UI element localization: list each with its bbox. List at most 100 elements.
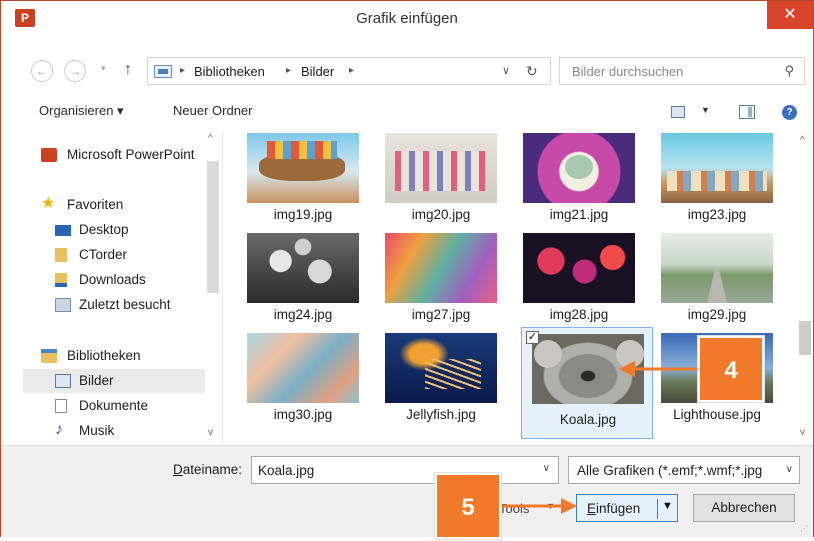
tools-menu[interactable]: Tools: [499, 501, 529, 516]
navigation-scrollbar[interactable]: ^ v: [205, 131, 221, 443]
file-name: img28.jpg: [549, 307, 609, 322]
sidebar-item-documents[interactable]: Dokumente: [23, 394, 205, 418]
address-row: ← → ▾ ↑ ▸ Bibliotheken ▸ Bilder ▸ ∨ ↻ Bi…: [1, 51, 813, 91]
powerpoint-icon: [41, 148, 57, 162]
sidebar-item-libraries[interactable]: Bibliotheken: [23, 344, 205, 368]
scroll-down-icon[interactable]: v: [208, 427, 213, 438]
desktop-icon: [55, 225, 71, 236]
step-badge-5: 5: [435, 473, 501, 539]
file-name: img20.jpg: [411, 207, 471, 222]
resize-grip-icon[interactable]: ⋰: [800, 524, 810, 534]
step-badge-4: 4: [698, 336, 764, 402]
libraries-icon: [41, 349, 57, 363]
file-item[interactable]: img27.jpg: [375, 231, 507, 329]
file-item[interactable]: Jellyfish.jpg: [375, 331, 507, 429]
filename-field[interactable]: Koala.jpg ∨: [251, 456, 559, 484]
sidebar-item-pictures[interactable]: Bilder: [23, 369, 205, 393]
documents-icon: [55, 399, 67, 413]
chevron-down-icon[interactable]: ∨: [543, 463, 550, 474]
pictures-folder-icon: [154, 65, 172, 78]
help-icon[interactable]: ?: [782, 105, 797, 120]
file-item-selected[interactable]: ✓ Koala.jpg: [521, 327, 653, 439]
address-bar[interactable]: ▸ Bibliotheken ▸ Bilder ▸ ∨ ↻: [147, 57, 551, 85]
insert-options-dropdown-icon[interactable]: ▼: [662, 500, 673, 512]
preview-pane-icon[interactable]: [739, 105, 755, 119]
selection-checkbox[interactable]: ✓: [526, 331, 539, 344]
file-item[interactable]: img29.jpg: [651, 231, 783, 329]
breadcrumb-separator-icon[interactable]: ▸: [286, 65, 291, 76]
sidebar-item-recent[interactable]: Zuletzt besucht: [23, 293, 205, 317]
file-name: img27.jpg: [411, 307, 471, 322]
up-button[interactable]: ↑: [124, 61, 132, 79]
filter-value: Alle Grafiken (*.emf;*.wmf;*.jpg: [577, 463, 763, 478]
view-dropdown-icon[interactable]: ▼: [701, 105, 710, 115]
forward-button[interactable]: →: [64, 60, 86, 82]
music-note-icon: ♪: [55, 421, 63, 438]
file-name: img21.jpg: [549, 207, 609, 222]
filename-label: Dateiname:: [173, 462, 243, 477]
close-button[interactable]: ✕: [767, 1, 813, 29]
sidebar-item-downloads[interactable]: Downloads: [23, 268, 205, 292]
sidebar-item-powerpoint[interactable]: Microsoft PowerPoint: [23, 143, 205, 167]
breadcrumb-separator-icon[interactable]: ▸: [180, 65, 185, 76]
address-dropdown-icon[interactable]: ∨: [502, 64, 510, 77]
thumbnail-image: [523, 233, 635, 303]
cancel-button[interactable]: Abbrechen: [693, 494, 795, 522]
scroll-down-icon[interactable]: v: [800, 427, 805, 438]
thumbnail-image: [385, 333, 497, 403]
file-item[interactable]: img20.jpg: [375, 131, 507, 229]
breadcrumb-separator-icon[interactable]: ▸: [349, 65, 354, 76]
file-item[interactable]: img24.jpg: [237, 231, 369, 329]
back-button[interactable]: ←: [31, 60, 53, 82]
file-item[interactable]: img23.jpg: [651, 131, 783, 229]
file-name: img24.jpg: [273, 307, 333, 322]
insert-picture-dialog: P Grafik einfügen ✕ ← → ▾ ↑ ▸ Bibliothek…: [0, 0, 814, 539]
file-item[interactable]: img19.jpg: [237, 131, 369, 229]
file-grid-scrollbar[interactable]: ^ v: [797, 131, 813, 443]
file-item[interactable]: img21.jpg: [513, 131, 645, 229]
downloads-icon: [55, 273, 67, 287]
insert-label: Einfügen: [587, 501, 641, 516]
footer-bar: Dateiname: Koala.jpg ∨ Alle Grafiken (*.…: [1, 445, 813, 537]
thumbnail-image: [247, 333, 359, 403]
file-name: Lighthouse.jpg: [673, 407, 761, 422]
title-bar: P Grafik einfügen ✕: [1, 1, 813, 35]
tools-dropdown-icon[interactable]: ▼: [546, 501, 555, 511]
thumbnail-image: [532, 334, 644, 404]
thumbnail-image: [661, 133, 773, 203]
thumbnail-image: [661, 233, 773, 303]
sidebar-item-ctorder[interactable]: CTorder: [23, 243, 205, 267]
view-options-icon[interactable]: [671, 106, 685, 118]
file-name: img30.jpg: [273, 407, 333, 422]
breadcrumb-libraries[interactable]: Bibliotheken: [194, 64, 265, 79]
file-item[interactable]: img30.jpg: [237, 331, 369, 429]
scrollbar-thumb[interactable]: [799, 321, 811, 355]
file-name: img19.jpg: [273, 207, 333, 222]
file-type-filter[interactable]: Alle Grafiken (*.emf;*.wmf;*.jpg ∨: [568, 456, 800, 484]
file-name: Koala.jpg: [559, 412, 617, 427]
sidebar-item-desktop[interactable]: Desktop: [23, 218, 205, 242]
recent-locations-dropdown[interactable]: ▾: [101, 63, 106, 74]
scrollbar-thumb[interactable]: [207, 161, 219, 293]
chevron-down-icon[interactable]: ∨: [782, 464, 793, 475]
insert-button[interactable]: Einfügen ▼: [576, 494, 678, 522]
dialog-title: Grafik einfügen: [356, 10, 458, 27]
scroll-up-icon[interactable]: ^: [800, 135, 805, 146]
breadcrumb-pictures[interactable]: Bilder: [301, 64, 334, 79]
search-input[interactable]: Bilder durchsuchen ⚲: [559, 57, 805, 85]
refresh-icon[interactable]: ↻: [526, 63, 538, 80]
navigation-pane: Microsoft PowerPoint ★ Favoriten Desktop…: [23, 131, 223, 443]
pictures-icon: [55, 374, 71, 388]
filename-value: Koala.jpg: [258, 463, 315, 478]
search-icon[interactable]: ⚲: [784, 63, 794, 79]
search-placeholder: Bilder durchsuchen: [572, 64, 684, 79]
split-divider: [657, 499, 658, 519]
thumbnail-image: [523, 133, 635, 203]
organize-menu[interactable]: Organisieren ▾: [39, 103, 124, 119]
new-folder-button[interactable]: Neuer Ordner: [173, 103, 252, 118]
file-item[interactable]: img28.jpg: [513, 231, 645, 329]
sidebar-item-favorites[interactable]: ★ Favoriten: [23, 193, 205, 217]
star-icon: ★: [41, 195, 56, 212]
scroll-up-icon[interactable]: ^: [208, 133, 213, 144]
sidebar-item-music[interactable]: ♪ Musik: [23, 419, 205, 443]
